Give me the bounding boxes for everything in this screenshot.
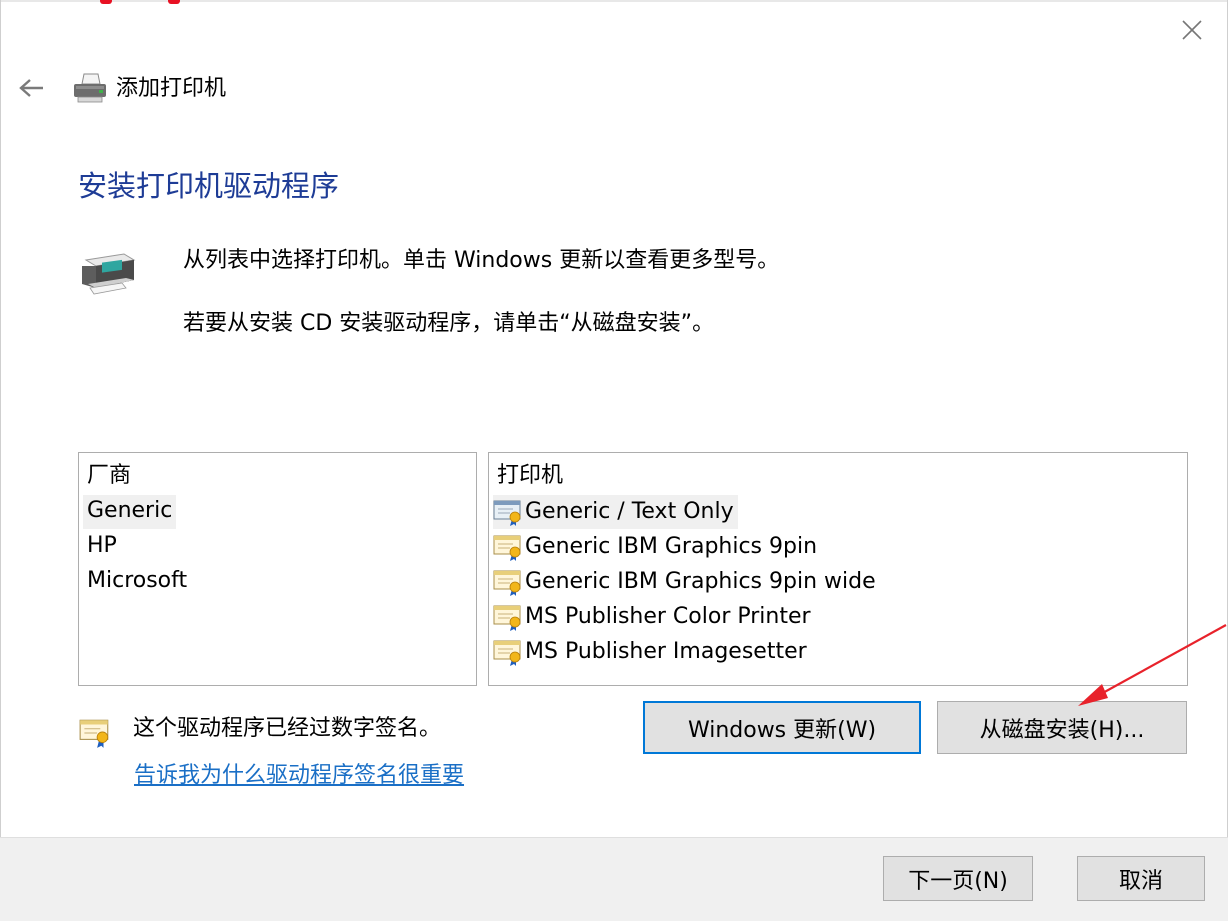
background-accent-mark	[168, 0, 180, 4]
window-title: 添加打印机	[116, 76, 227, 101]
printer-item[interactable]: Generic / Text Only	[493, 495, 738, 529]
certificate-icon	[493, 500, 521, 526]
signature-info-link[interactable]: 告诉我为什么驱动程序签名很重要	[134, 760, 464, 792]
printer-item[interactable]: Generic IBM Graphics 9pin	[493, 530, 821, 564]
manufacturer-item-generic[interactable]: Generic	[83, 495, 177, 529]
close-icon	[1182, 20, 1202, 40]
printer-item[interactable]: MS Publisher Color Printer	[493, 600, 815, 634]
manufacturer-list-header: 厂商	[87, 463, 132, 488]
printer-icon	[74, 73, 106, 103]
back-arrow-icon	[19, 79, 43, 97]
page-heading: 安装打印机驱动程序	[78, 169, 340, 203]
certificate-icon	[493, 535, 521, 561]
background-accent-mark	[100, 0, 112, 4]
close-button[interactable]	[1166, 10, 1218, 50]
certificate-icon	[493, 605, 521, 631]
next-button[interactable]: 下一页(N)	[883, 856, 1033, 901]
footer-bar	[0, 837, 1228, 921]
instruction-select-printer: 从列表中选择打印机。单击 Windows 更新以查看更多型号。	[183, 248, 780, 273]
printer-item-label: Generic IBM Graphics 9pin wide	[525, 569, 876, 594]
printer-list[interactable]: 打印机 Generic / Text Only Generic IBM Grap…	[488, 452, 1188, 686]
have-disk-button[interactable]: 从磁盘安装(H)...	[937, 701, 1187, 754]
cancel-button[interactable]: 取消	[1077, 856, 1205, 901]
window-left-edge	[0, 0, 1, 921]
certificate-icon	[79, 719, 109, 748]
printer-item[interactable]: MS Publisher Imagesetter	[493, 635, 811, 669]
instruction-have-disk: 若要从安装 CD 安装驱动程序，请单击“从磁盘安装”。	[183, 311, 715, 336]
back-button[interactable]	[12, 68, 52, 108]
manufacturer-item-hp[interactable]: HP	[83, 530, 121, 564]
printer-list-header: 打印机	[497, 463, 564, 488]
printer-item-label: MS Publisher Imagesetter	[525, 639, 807, 664]
printer-icon	[82, 253, 136, 295]
manufacturer-list[interactable]: 厂商 Generic HP Microsoft	[78, 452, 477, 686]
manufacturer-item-microsoft[interactable]: Microsoft	[83, 565, 191, 599]
printer-item-label: Generic / Text Only	[525, 499, 734, 524]
printer-item[interactable]: Generic IBM Graphics 9pin wide	[493, 565, 880, 599]
window-top-edge	[0, 0, 1228, 2]
windows-update-button[interactable]: Windows 更新(W)	[643, 701, 921, 754]
certificate-icon	[493, 570, 521, 596]
signature-status-text: 这个驱动程序已经过数字签名。	[133, 716, 442, 741]
printer-item-label: Generic IBM Graphics 9pin	[525, 534, 818, 559]
printer-item-label: MS Publisher Color Printer	[525, 604, 811, 629]
certificate-icon	[493, 640, 521, 666]
